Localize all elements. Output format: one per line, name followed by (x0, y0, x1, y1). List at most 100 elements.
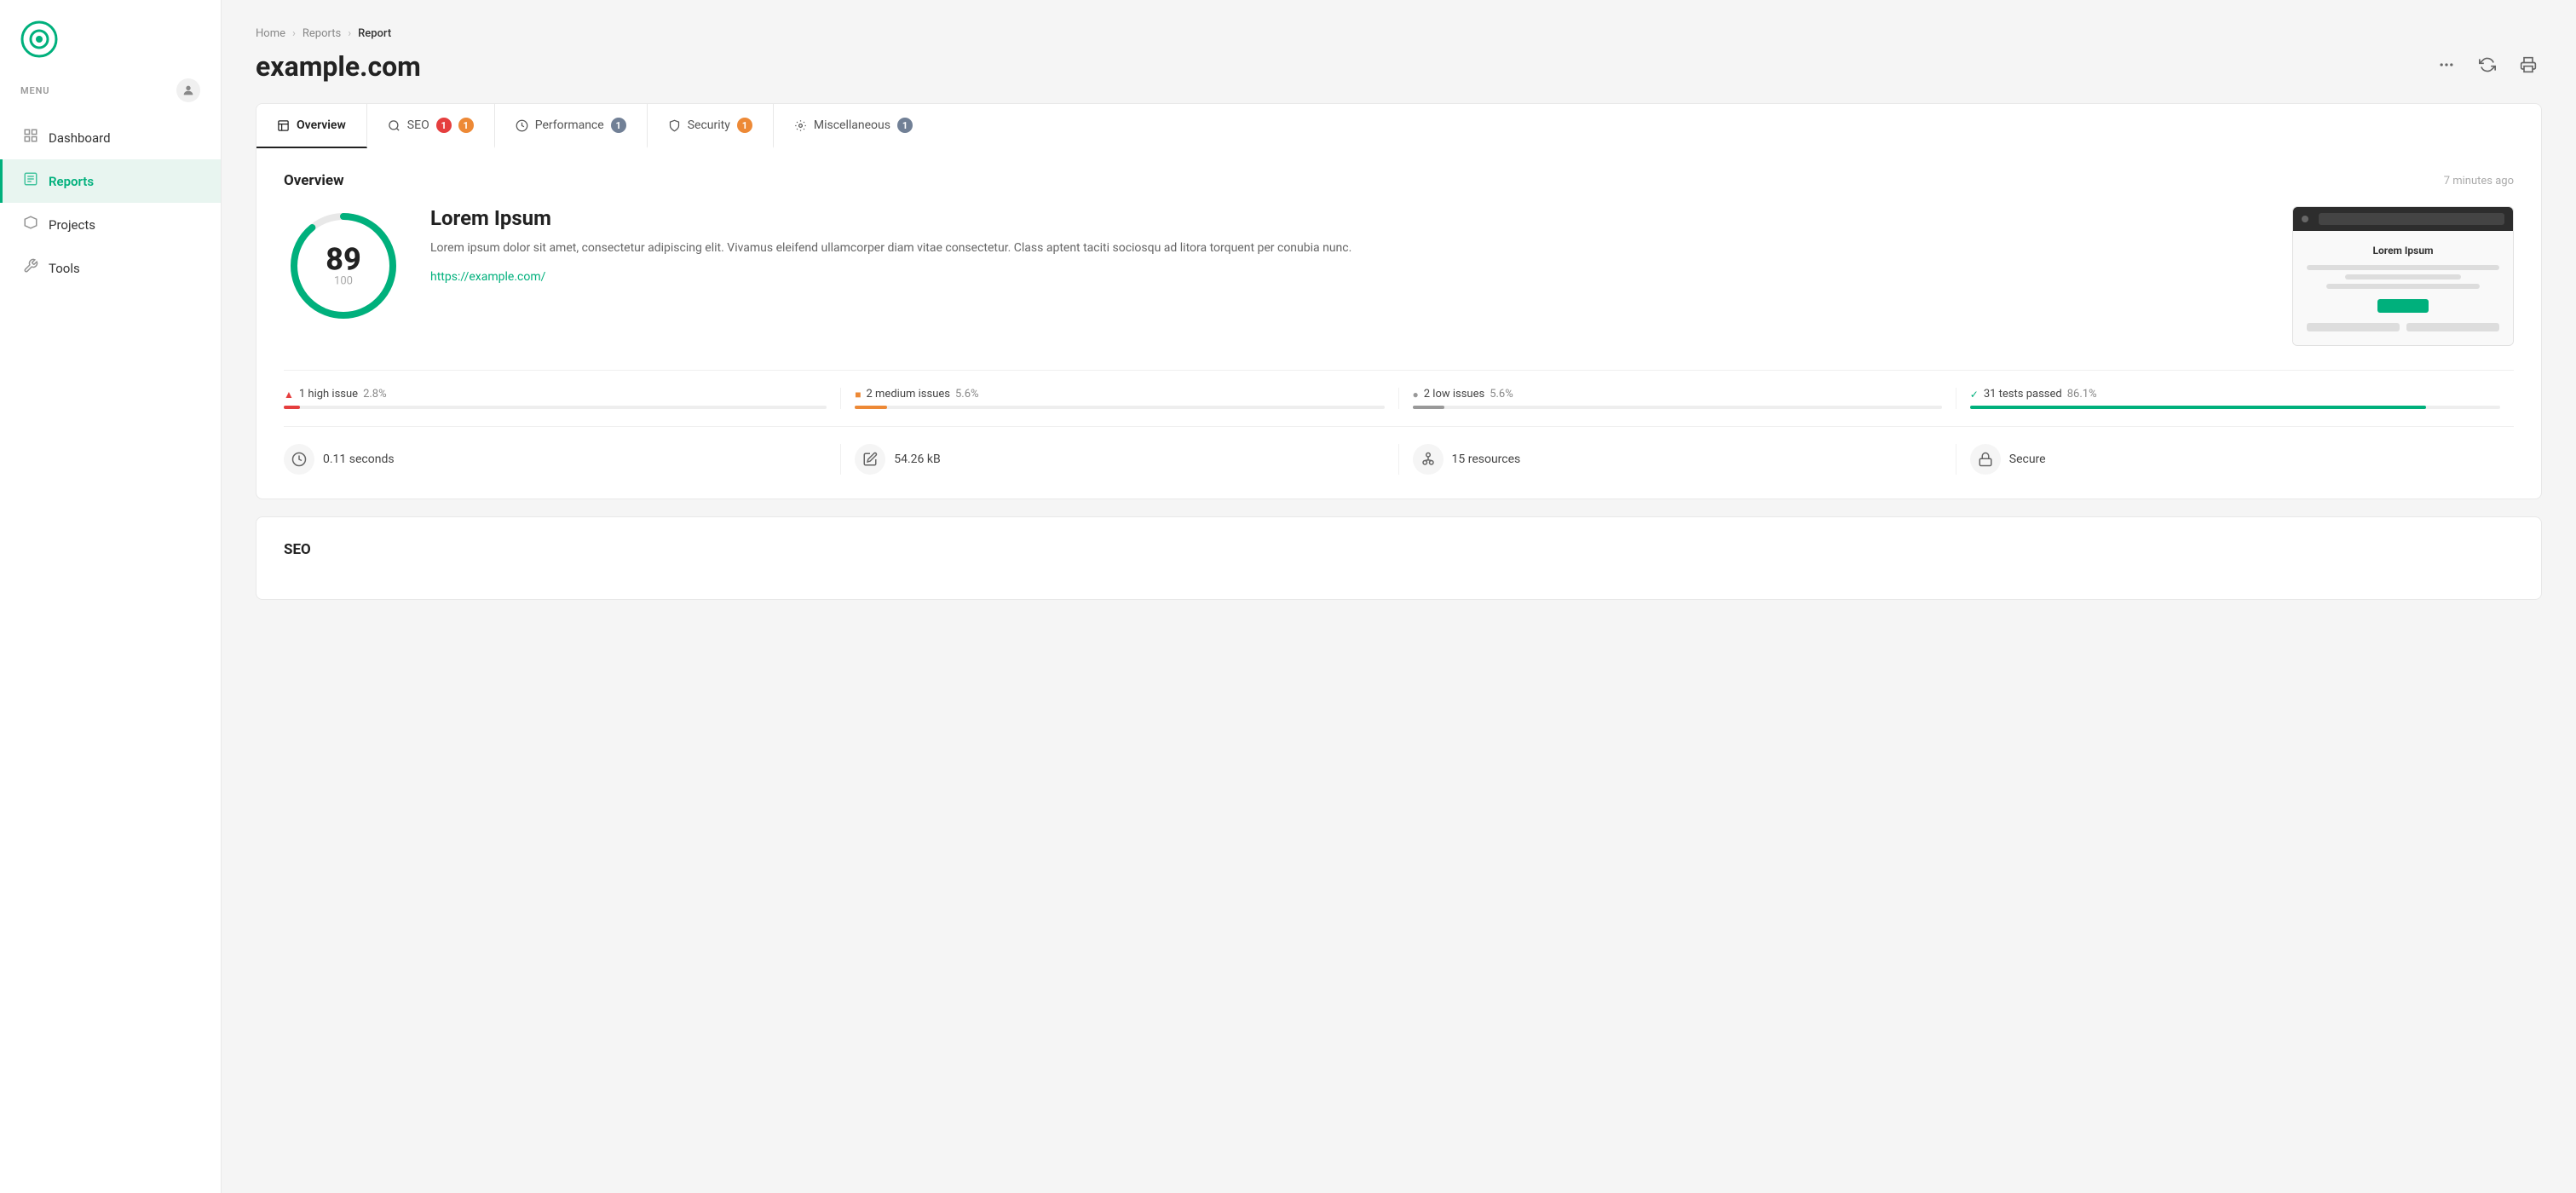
medium-issue-track (855, 406, 1384, 409)
print-button[interactable] (2515, 51, 2542, 83)
sidebar-item-dashboard[interactable]: Dashboard (0, 116, 221, 159)
page-title: example.com (256, 50, 421, 83)
breadcrumb-reports[interactable]: Reports (303, 27, 341, 40)
tab-performance-badge: 1 (611, 118, 626, 133)
thumb-footer-1 (2307, 323, 2400, 331)
thumbnail-browser-bar (2293, 207, 2513, 231)
passed-track (1970, 406, 2500, 409)
overview-timestamp: 7 minutes ago (2444, 175, 2514, 187)
page-header: example.com (256, 50, 2542, 83)
seo-title: SEO (284, 541, 311, 558)
medium-issue-icon: ■ (855, 389, 861, 401)
stat-resources: 15 resources (1399, 444, 1956, 475)
menu-label: MENU (0, 72, 221, 109)
more-options-button[interactable] (2433, 51, 2460, 83)
low-issue-icon: ● (1413, 389, 1419, 401)
breadcrumb-home[interactable]: Home (256, 27, 285, 40)
score-text: 89 100 (326, 245, 361, 288)
site-url-link[interactable]: https://example.com/ (430, 270, 545, 284)
tab-performance[interactable]: Performance 1 (495, 104, 648, 148)
thumbnail-footer (2307, 323, 2499, 331)
speed-icon (284, 444, 314, 475)
projects-icon (23, 215, 38, 234)
tab-security[interactable]: Security 1 (648, 104, 774, 148)
breadcrumb: Home › Reports › Report (256, 27, 2542, 40)
tab-overview-label: Overview (297, 118, 346, 132)
overview-header: Overview 7 minutes ago (284, 172, 2514, 189)
passed-pct: 86.1% (2067, 388, 2097, 401)
overview-title: Overview (284, 172, 344, 189)
thumbnail-lines (2307, 265, 2499, 289)
tab-seo[interactable]: SEO 1 1 (367, 104, 495, 148)
thumbnail-url-bar (2319, 213, 2504, 225)
logo-icon (20, 20, 58, 58)
thumb-line-3 (2326, 284, 2481, 289)
tab-seo-label: SEO (407, 118, 429, 132)
passed-label: 31 tests passed (1984, 388, 2062, 401)
high-issue-pct: 2.8% (363, 388, 387, 401)
nav-items: Dashboard Reports Projects Tools (0, 116, 221, 290)
resources-label: 15 resources (1452, 452, 1521, 466)
size-label: 54.26 kB (894, 452, 940, 466)
site-description: Lorem ipsum dolor sit amet, consectetur … (430, 239, 2265, 257)
passed-icon: ✓ (1970, 389, 1979, 401)
tab-miscellaneous[interactable]: Miscellaneous 1 (774, 104, 933, 148)
logo (0, 0, 221, 72)
passed-fill (1970, 406, 2426, 409)
tab-misc-label: Miscellaneous (814, 118, 890, 132)
thumb-dot-1 (2302, 216, 2308, 222)
low-issue-fill (1413, 406, 1444, 409)
seo-card: SEO (256, 516, 2542, 600)
tab-overview[interactable]: Overview (256, 104, 367, 148)
issue-high: ▲ 1 high issue 2.8% (284, 388, 841, 409)
secure-icon (1970, 444, 2001, 475)
stat-secure: Secure (1956, 444, 2514, 475)
thumb-footer-2 (2406, 323, 2499, 331)
high-issue-icon: ▲ (284, 389, 294, 401)
site-name: Lorem Ipsum (430, 206, 2265, 230)
header-actions (2433, 51, 2542, 83)
dashboard-label: Dashboard (49, 130, 111, 146)
stat-size: 54.26 kB (841, 444, 1398, 475)
high-issue-label: 1 high issue (299, 388, 358, 401)
tab-security-badge: 1 (737, 118, 752, 133)
low-issue-track (1413, 406, 1942, 409)
issue-passed: ✓ 31 tests passed 86.1% (1956, 388, 2514, 409)
thumbnail-heading: Lorem Ipsum (2307, 245, 2499, 256)
projects-label: Projects (49, 217, 95, 233)
seo-header: SEO (284, 541, 2514, 558)
medium-issue-fill (855, 406, 886, 409)
tab-performance-label: Performance (535, 118, 604, 132)
main-content: Home › Reports › Report example.com (222, 0, 2576, 1193)
tab-seo-badge-red: 1 (436, 118, 452, 133)
breadcrumb-current: Report (358, 27, 391, 40)
low-issue-label: 2 low issues (1424, 388, 1484, 401)
overview-main: 89 100 Lorem Ipsum Lorem ipsum dolor sit… (284, 206, 2514, 346)
sidebar-item-projects[interactable]: Projects (0, 203, 221, 246)
sidebar: MENU Dashboard Reports Projects (0, 0, 222, 1193)
speed-label: 0.11 seconds (323, 452, 395, 466)
secure-label: Secure (2009, 452, 2046, 466)
low-issue-pct: 5.6% (1490, 388, 1513, 401)
stats-row: 0.11 seconds 54.26 kB 15 resources (284, 426, 2514, 475)
overview-card: Overview 7 minutes ago 89 100 (256, 148, 2542, 499)
tools-label: Tools (49, 261, 80, 276)
reports-label: Reports (49, 174, 94, 189)
thumb-line-2 (2345, 274, 2461, 280)
sidebar-item-reports[interactable]: Reports (0, 159, 221, 203)
resources-icon (1413, 444, 1444, 475)
refresh-button[interactable] (2474, 51, 2501, 83)
tab-misc-badge: 1 (897, 118, 913, 133)
issue-medium: ■ 2 medium issues 5.6% (841, 388, 1398, 409)
reports-icon (23, 171, 38, 191)
medium-issue-label: 2 medium issues (867, 388, 950, 401)
issues-row: ▲ 1 high issue 2.8% ■ 2 medium issues 5.… (284, 370, 2514, 409)
tools-icon (23, 258, 38, 278)
sidebar-item-tools[interactable]: Tools (0, 246, 221, 290)
site-info: Lorem Ipsum Lorem ipsum dolor sit amet, … (430, 206, 2265, 284)
size-icon (855, 444, 885, 475)
issue-low: ● 2 low issues 5.6% (1399, 388, 1956, 409)
tabs-bar: Overview SEO 1 1 Performance 1 Security … (256, 103, 2542, 148)
tab-seo-badge-orange: 1 (458, 118, 474, 133)
user-avatar-icon[interactable] (176, 78, 200, 102)
